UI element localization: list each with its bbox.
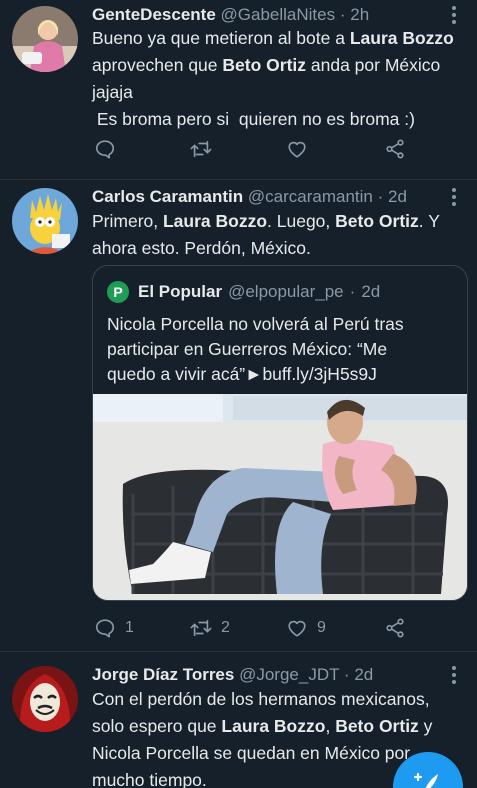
separator: · [339, 5, 346, 24]
quoted-author-handle: @elpopular_pe [228, 282, 344, 301]
heart-icon [288, 620, 306, 637]
retweet-icon [190, 140, 212, 158]
mention-bold: Beto Ortiz [222, 55, 307, 75]
author-name[interactable]: Jorge Díaz Torres [92, 665, 234, 684]
reply-icon [95, 140, 115, 159]
tweet-actions: 1 2 9 [92, 615, 412, 641]
quoted-line: quedo a vivir acá”►buff.ly/3jH5s9J [107, 364, 377, 384]
timestamp[interactable]: 2h [350, 5, 369, 24]
quoted-tweet[interactable]: P El Popular @elpopular_pe · 2d Nicola P… [92, 265, 468, 601]
author-name[interactable]: GenteDescente [92, 5, 216, 24]
author-handle[interactable]: @carcaramantin [248, 187, 373, 206]
like-count: 9 [317, 619, 326, 636]
reply-button[interactable] [94, 136, 116, 162]
tweet-carlos-caramantin[interactable]: Carlos Caramantin @carcaramantin · 2d Pr… [0, 180, 477, 650]
separator: · [343, 665, 350, 684]
quoted-line: Nicola Porcella no volverá al Perú tras [107, 314, 404, 334]
share-button[interactable] [384, 136, 406, 162]
like-button[interactable] [286, 136, 308, 162]
mention-bold: Laura Bozzo [349, 28, 454, 48]
tweet-actions [92, 136, 412, 162]
tweet-header: Carlos Caramantin @carcaramantin · 2d [92, 185, 407, 209]
quoted-tweet-header: P El Popular @elpopular_pe · 2d [107, 280, 380, 304]
more-options-icon[interactable] [445, 663, 463, 687]
more-options-icon[interactable] [445, 3, 463, 27]
quoted-tweet-text: Nicola Porcella no volverá al Perú tras … [107, 312, 457, 387]
retweet-icon [190, 619, 212, 637]
retweet-button[interactable] [190, 136, 212, 162]
quoted-avatar: P [107, 281, 129, 303]
separator: · [377, 187, 384, 206]
tweet-text: Primero, Laura Bozzo. Luego, Beto Ortiz.… [92, 208, 472, 262]
compose-tweet-icon [414, 772, 438, 788]
quoted-timestamp: 2d [361, 282, 381, 301]
tweet-line: Bueno ya que metieron al bote a Laura Bo… [92, 28, 454, 48]
share-button[interactable] [384, 615, 406, 641]
tweet-gentedescente[interactable]: GenteDescente @GabellaNites · 2h Bueno y… [0, 0, 477, 178]
author-handle[interactable]: @GabellaNites [221, 5, 336, 24]
tweet-header: Jorge Díaz Torres @Jorge_JDT · 2d [92, 663, 373, 687]
tweet-line: Con el perdón de los hermanos mexicanos, [92, 689, 430, 709]
mention-bold: Beto Ortiz [335, 211, 419, 231]
quoted-author-name: El Popular [138, 282, 223, 301]
timestamp[interactable]: 2d [354, 665, 373, 684]
mention-bold: Laura Bozzo [162, 211, 268, 231]
tweet-line: jajaja [92, 82, 133, 102]
author-handle[interactable]: @Jorge_JDT [239, 665, 339, 684]
avatar[interactable] [12, 666, 78, 732]
tweet-text: Bueno ya que metieron al bote a Laura Bo… [92, 25, 472, 133]
share-icon [386, 618, 404, 638]
quoted-tweet-image[interactable] [93, 394, 467, 600]
retweet-button[interactable]: 2 [190, 615, 230, 641]
avatar[interactable] [12, 188, 78, 254]
separator: · [349, 282, 356, 301]
share-icon [386, 139, 404, 159]
mention-bold: Laura Bozzo [221, 716, 326, 736]
tweet-line: ahora esto. Perdón, México. [92, 238, 311, 258]
reply-button[interactable]: 1 [94, 615, 134, 641]
reply-icon [95, 619, 115, 638]
author-name[interactable]: Carlos Caramantin [92, 187, 243, 206]
tweet-line: Es broma pero si quieren no es broma :) [92, 109, 415, 129]
heart-icon [288, 141, 306, 158]
avatar[interactable] [12, 6, 78, 72]
tweet-line: Primero, Laura Bozzo. Luego, Beto Ortiz.… [92, 211, 440, 231]
tweet-line: aprovechen que Beto Ortiz anda por Méxic… [92, 55, 441, 75]
tweet-header: GenteDescente @GabellaNites · 2h [92, 3, 369, 27]
retweet-count: 2 [221, 619, 230, 636]
timestamp[interactable]: 2d [388, 187, 407, 206]
tweet-line: solo espero que Laura Bozzo, Beto Ortiz … [92, 716, 433, 736]
like-button[interactable]: 9 [286, 615, 326, 641]
quoted-line: participar en Guerreros México: “Me [107, 339, 388, 359]
mention-bold: Beto Ortiz [335, 716, 419, 736]
reply-count: 1 [125, 619, 134, 636]
more-options-icon[interactable] [445, 185, 463, 209]
